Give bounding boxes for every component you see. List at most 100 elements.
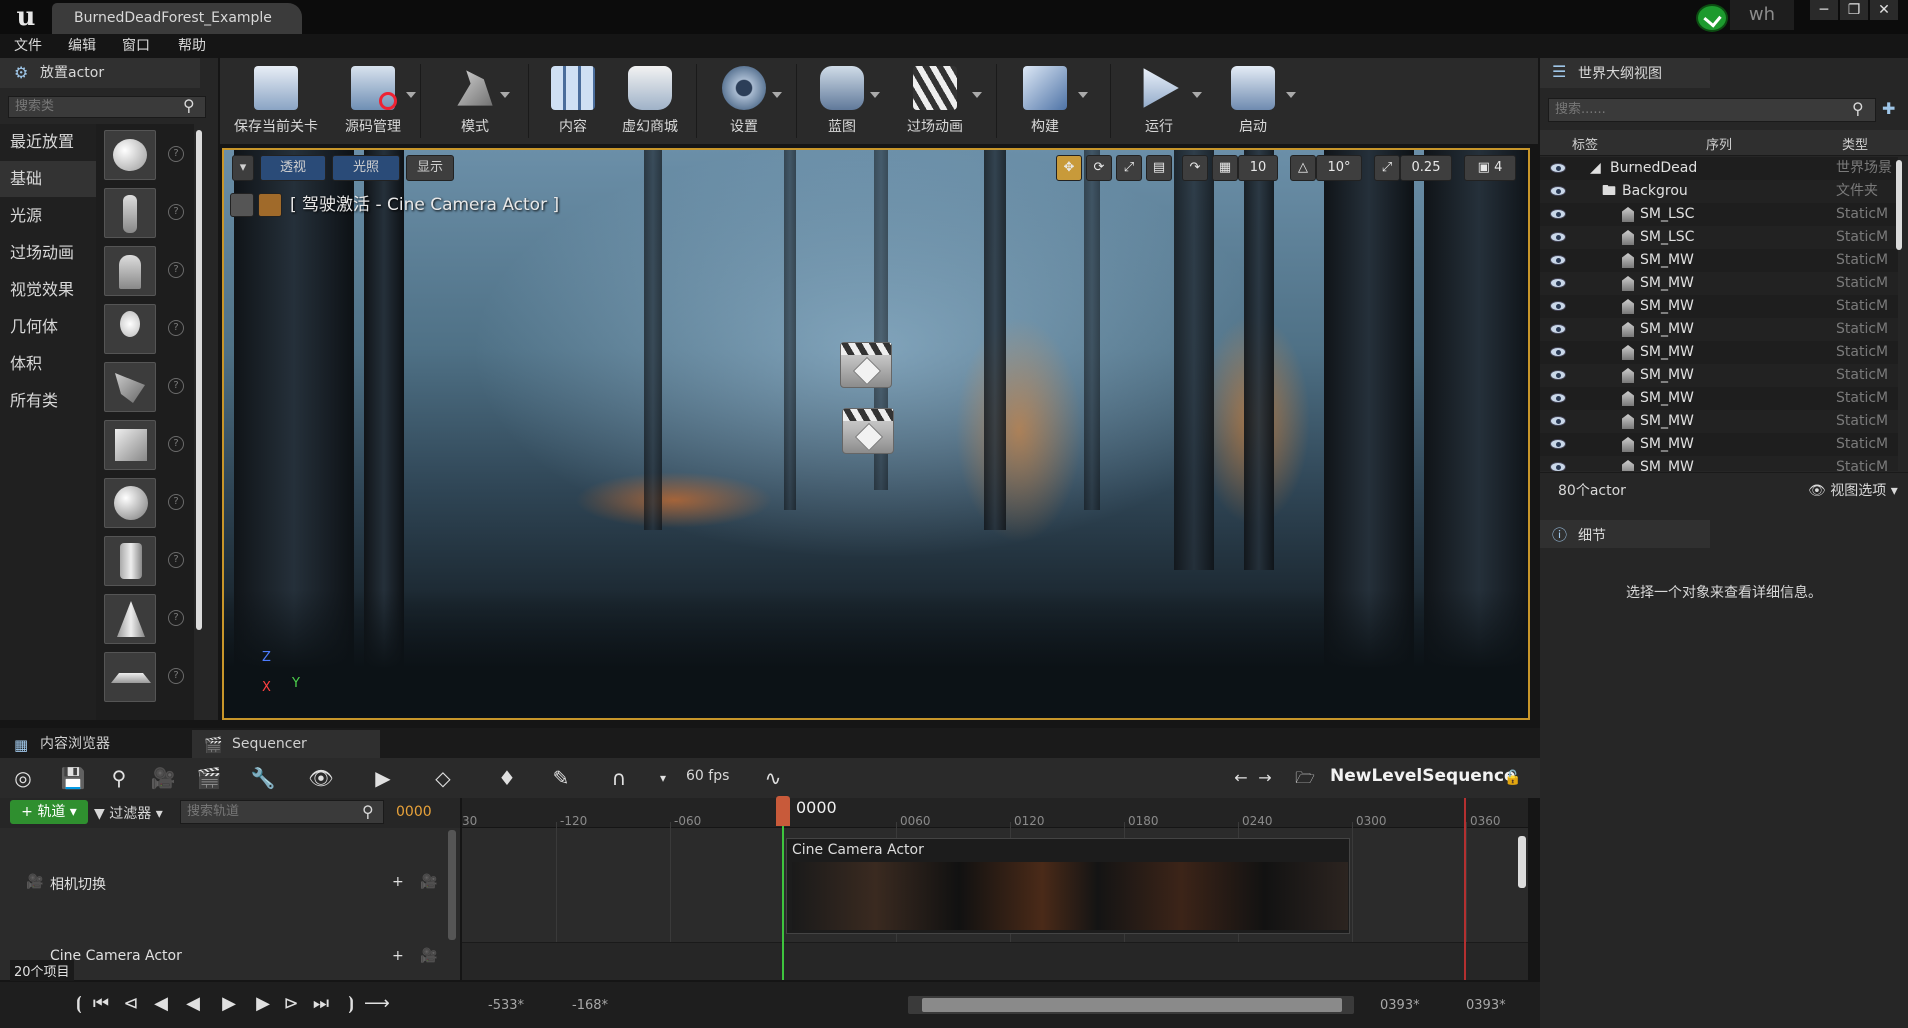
add-folder-icon[interactable]: ✚ [1882,99,1895,118]
current-time-field[interactable]: 0000 [396,804,432,820]
eye-icon[interactable] [1550,416,1566,426]
grid-snap-value[interactable]: 10 [1238,155,1278,181]
plane-thumbnail[interactable] [104,652,156,702]
sequence-actor-icon[interactable] [842,408,894,454]
eye-icon[interactable] [1550,186,1566,196]
close-icon[interactable]: ✕ [1870,0,1898,20]
surface-snap-icon[interactable]: ↷ [1182,155,1208,181]
add-icon[interactable]: + [392,874,404,890]
content-button[interactable]: 内容 [538,62,608,140]
search-icon[interactable]: ⚲ [362,802,374,821]
point-light-thumbnail[interactable] [104,304,156,354]
maximize-icon[interactable]: ❐ [1840,0,1868,20]
playhead-handle[interactable] [776,796,790,826]
range-end-icon[interactable]: ⦘ [340,992,362,1016]
show-button[interactable]: 显示 [406,155,454,181]
view-options-button[interactable]: 👁 视图选项 ▾ [1808,480,1898,500]
eye-icon[interactable] [1550,255,1566,265]
eye-icon[interactable] [1550,324,1566,334]
eye-icon[interactable] [1550,347,1566,357]
list-item[interactable]: SM_MW StaticM [1540,364,1898,387]
eye-icon[interactable] [1550,301,1566,311]
category-volumes[interactable]: 体积 [0,346,96,382]
list-item[interactable]: SM_LSC StaticM [1540,226,1898,249]
camera-speed-button[interactable]: ▣ 4 [1464,155,1516,181]
camera-actor-icon[interactable] [840,342,892,388]
column-label[interactable]: 标签 [1572,134,1598,153]
filter-button[interactable]: ▼ 过滤器 ▾ [94,803,163,823]
category-lights[interactable]: 光源 [0,198,96,234]
cone-thumbnail[interactable] [104,594,156,644]
search-icon[interactable]: ⚲ [1852,99,1864,118]
document-tab[interactable]: BurnedDeadForest_Example [52,3,302,34]
category-geometry[interactable]: 几何体 [0,309,96,345]
character-thumbnail[interactable] [104,188,156,238]
add-icon[interactable]: + [392,948,404,964]
edit-icon[interactable]: ✎ [546,764,576,792]
category-all-classes[interactable]: 所有类 [0,383,96,419]
menu-window[interactable]: 窗口 [122,36,150,56]
playback-end-marker[interactable] [1464,798,1466,980]
rotate-mode-icon[interactable]: ⟳ [1086,155,1112,181]
previous-key-icon[interactable]: ⊲ [120,992,142,1016]
source-control-button[interactable]: 源码管理 [330,62,416,140]
category-visual-effects[interactable]: 视觉效果 [0,272,96,308]
loop-icon[interactable]: ⟶ [364,992,390,1016]
player-start-thumbnail[interactable] [104,362,156,412]
source-control-status-icon[interactable] [1696,4,1728,32]
list-item[interactable]: SM_MW StaticM [1540,433,1898,456]
help-icon[interactable]: ? [168,146,184,162]
scale-snap-icon[interactable]: ⤢ [1374,155,1400,181]
timeline-scrollbar[interactable] [1518,836,1526,888]
scale-mode-icon[interactable]: ⤢ [1116,155,1142,181]
auto-key-icon[interactable]: ♦ [492,764,522,792]
list-item[interactable]: SM_MW StaticM [1540,341,1898,364]
settings-icon[interactable]: 🔧 [248,764,278,792]
lock-icon[interactable]: 🔓 [1498,764,1528,792]
step-forward-icon[interactable]: ▶ [252,992,274,1016]
perspective-button[interactable]: 透视 [260,155,326,181]
clapper-icon[interactable]: 🎬 [194,764,224,792]
eye-icon[interactable] [1550,462,1566,471]
add-track-button[interactable]: + 轨道 ▾ [10,800,88,824]
help-icon[interactable]: ? [168,494,184,510]
cube-thumbnail[interactable] [104,420,156,470]
save-current-level-button[interactable]: 保存当前关卡 [226,62,326,140]
sphere-thumbnail[interactable] [104,478,156,528]
rotation-snap-icon[interactable]: △ [1290,155,1316,181]
play-icon[interactable]: ▶ [218,992,240,1016]
save-icon[interactable]: 💾 [58,764,88,792]
play-reverse-icon[interactable]: ◀ [182,992,204,1016]
minimize-icon[interactable]: ─ [1810,0,1838,20]
help-icon[interactable]: ? [168,552,184,568]
range-start-icon[interactable]: ⦗ [68,992,90,1016]
menu-file[interactable]: 文件 [14,36,42,56]
view-icon[interactable]: 👁 [306,764,336,792]
playback-icon[interactable]: ▶ [368,764,398,792]
scrollbar-thumb[interactable] [922,998,1342,1012]
list-item[interactable]: SM_MW StaticM [1540,318,1898,341]
launch-button[interactable]: 启动 [1210,62,1296,140]
folder-icon[interactable]: 🗁 [1290,764,1320,792]
blueprints-button[interactable]: 蓝图 [804,62,880,140]
curve-editor-icon[interactable]: ∿ [758,764,788,792]
list-item[interactable]: SM_LSC StaticM [1540,203,1898,226]
lit-mode-button[interactable]: 光照 [332,155,400,181]
category-basic[interactable]: 基础 [0,161,96,197]
empty-actor-thumbnail[interactable] [104,130,156,180]
modes-button[interactable]: 模式 [440,62,510,140]
list-item[interactable]: SM_MW StaticM [1540,387,1898,410]
help-icon[interactable]: ? [168,436,184,452]
help-icon[interactable]: ? [168,610,184,626]
play-button[interactable]: 运行 [1116,62,1202,140]
help-icon[interactable]: ? [168,378,184,394]
rotation-snap-value[interactable]: 10° [1316,155,1362,181]
grid-snap-icon[interactable]: ▦ [1212,155,1238,181]
marketplace-button[interactable]: 虚幻商城 [608,62,692,140]
forward-arrow-icon[interactable]: → [1250,764,1280,792]
eye-icon[interactable] [1550,232,1566,242]
list-item[interactable]: SM_MW StaticM [1540,249,1898,272]
place-panel-scrollbar[interactable] [196,130,202,630]
menu-edit[interactable]: 编辑 [68,36,96,56]
coordinate-system-icon[interactable]: ▤ [1146,155,1172,181]
